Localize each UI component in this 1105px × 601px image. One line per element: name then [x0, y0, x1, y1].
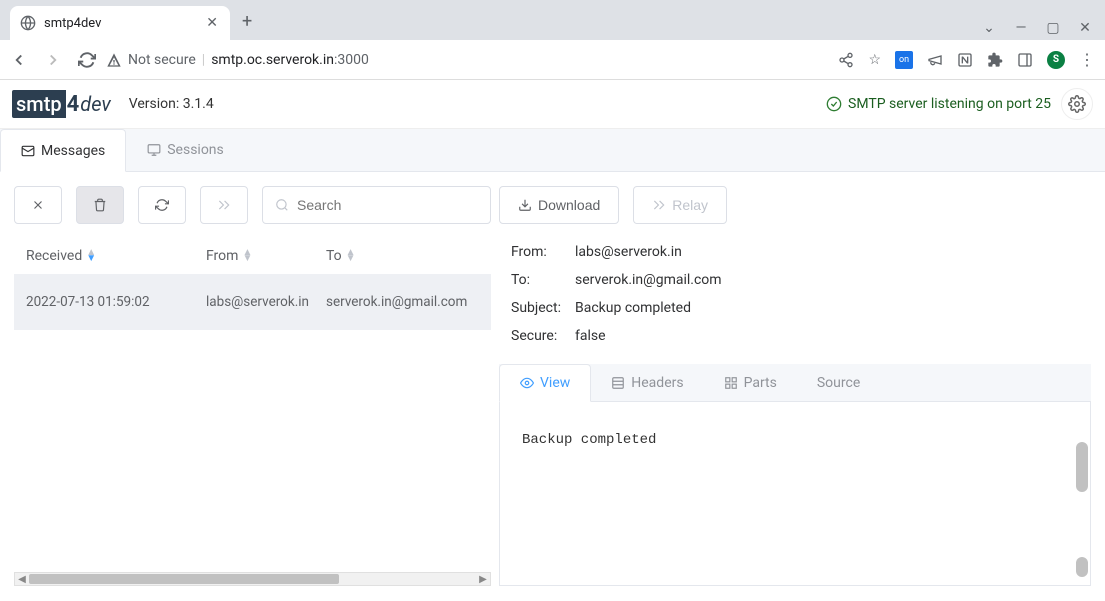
app-header: smtp 4 dev Version: 3.1.4 SMTP server li… [0, 80, 1105, 129]
not-secure-indicator[interactable]: Not secure [106, 52, 196, 68]
window-chevron-icon[interactable]: ⌄ [977, 20, 1001, 36]
subtab-parts[interactable]: Parts [704, 364, 797, 401]
column-received[interactable]: Received ▲▼ [26, 248, 206, 264]
reload-button[interactable] [78, 51, 96, 69]
subtab-view[interactable]: View [499, 364, 591, 402]
column-from[interactable]: From ▲▼ [206, 248, 326, 264]
url[interactable]: smtp.oc.serverok.in:3000 [211, 52, 369, 68]
horizontal-scrollbar[interactable]: ◀ ▶ [14, 572, 491, 586]
browser-tab[interactable]: smtp4dev ✕ [10, 6, 230, 40]
app-logo: smtp 4 dev [12, 90, 111, 118]
scroll-right-icon[interactable]: ▶ [476, 574, 490, 585]
sort-icon: ▲▼ [86, 250, 96, 262]
secure-label: Secure: [511, 328, 575, 344]
relay-all-button[interactable] [200, 186, 248, 224]
from-value: labs@serverok.in [575, 244, 682, 260]
share-icon[interactable] [838, 52, 854, 68]
tab-close-icon[interactable]: ✕ [204, 13, 220, 33]
menu-icon[interactable]: ⋮ [1079, 50, 1095, 69]
tab-sessions[interactable]: Sessions [126, 129, 245, 171]
message-row[interactable]: 2022-07-13 01:59:02 labs@serverok.in ser… [14, 274, 491, 330]
forward-button[interactable] [44, 51, 62, 69]
maximize-icon[interactable]: ▢ [1041, 20, 1065, 36]
delete-button[interactable] [76, 186, 124, 224]
content-area: Received ▲▼ From ▲▼ To ▲▼ 2022-07-13 01:… [0, 172, 1105, 600]
extension-megaphone-icon[interactable] [927, 52, 943, 68]
refresh-button[interactable] [138, 186, 186, 224]
new-tab-button[interactable]: + [242, 11, 252, 32]
scroll-thumb[interactable] [1076, 557, 1088, 577]
message-detail-pane: Download Relay From:labs@serverok.in To:… [499, 186, 1091, 586]
scroll-left-icon[interactable]: ◀ [15, 574, 29, 585]
globe-icon [20, 15, 36, 31]
detail-tabs: View Headers Parts Source [499, 364, 1091, 402]
to-label: To: [511, 272, 575, 288]
version-label: Version: 3.1.4 [129, 96, 214, 112]
side-panel-icon[interactable] [1017, 52, 1033, 68]
tab-messages[interactable]: Messages [0, 129, 126, 172]
extension-icon[interactable]: on [895, 51, 913, 69]
minimize-icon[interactable]: — [1009, 20, 1033, 36]
clear-button[interactable] [14, 186, 62, 224]
tab-title: smtp4dev [44, 16, 196, 31]
message-headers: From:labs@serverok.in To:serverok.in@gma… [499, 236, 1091, 364]
message-list-pane: Received ▲▼ From ▲▼ To ▲▼ 2022-07-13 01:… [14, 186, 491, 586]
search-input[interactable] [297, 197, 478, 213]
main-tabs: Messages Sessions [0, 129, 1105, 172]
table-header: Received ▲▼ From ▲▼ To ▲▼ [14, 238, 491, 274]
star-icon[interactable]: ☆ [868, 52, 881, 68]
secure-value: false [575, 328, 606, 344]
search-input-wrapper [262, 186, 491, 224]
settings-button[interactable] [1061, 88, 1093, 120]
profile-icon[interactable]: S [1047, 51, 1065, 69]
server-status: SMTP server listening on port 25 [826, 96, 1051, 112]
subject-label: Subject: [511, 300, 575, 316]
search-icon [275, 198, 289, 212]
message-body: Backup completed [499, 402, 1091, 586]
back-button[interactable] [10, 51, 28, 69]
browser-tab-bar: smtp4dev ✕ + ⌄ — ▢ ✕ [0, 0, 1105, 40]
window-controls: ⌄ — ▢ ✕ [977, 20, 1097, 36]
extensions-puzzle-icon[interactable] [987, 52, 1003, 68]
column-to[interactable]: To ▲▼ [326, 248, 479, 264]
subtab-source[interactable]: Source [797, 364, 880, 401]
download-button[interactable]: Download [499, 186, 619, 224]
check-circle-icon [826, 96, 842, 112]
from-label: From: [511, 244, 575, 260]
subject-value: Backup completed [575, 300, 691, 316]
sort-icon: ▲▼ [346, 250, 356, 262]
extension-notion-icon[interactable] [957, 52, 973, 68]
scroll-thumb[interactable] [1076, 442, 1088, 492]
vertical-scrollbar[interactable] [1076, 442, 1088, 577]
sort-icon: ▲▼ [242, 250, 252, 262]
subtab-headers[interactable]: Headers [591, 364, 703, 401]
close-window-icon[interactable]: ✕ [1073, 20, 1097, 36]
to-value: serverok.in@gmail.com [575, 272, 722, 288]
address-bar: Not secure | smtp.oc.serverok.in:3000 ☆ … [0, 40, 1105, 80]
scroll-thumb[interactable] [29, 574, 339, 584]
relay-button[interactable]: Relay [633, 186, 727, 224]
